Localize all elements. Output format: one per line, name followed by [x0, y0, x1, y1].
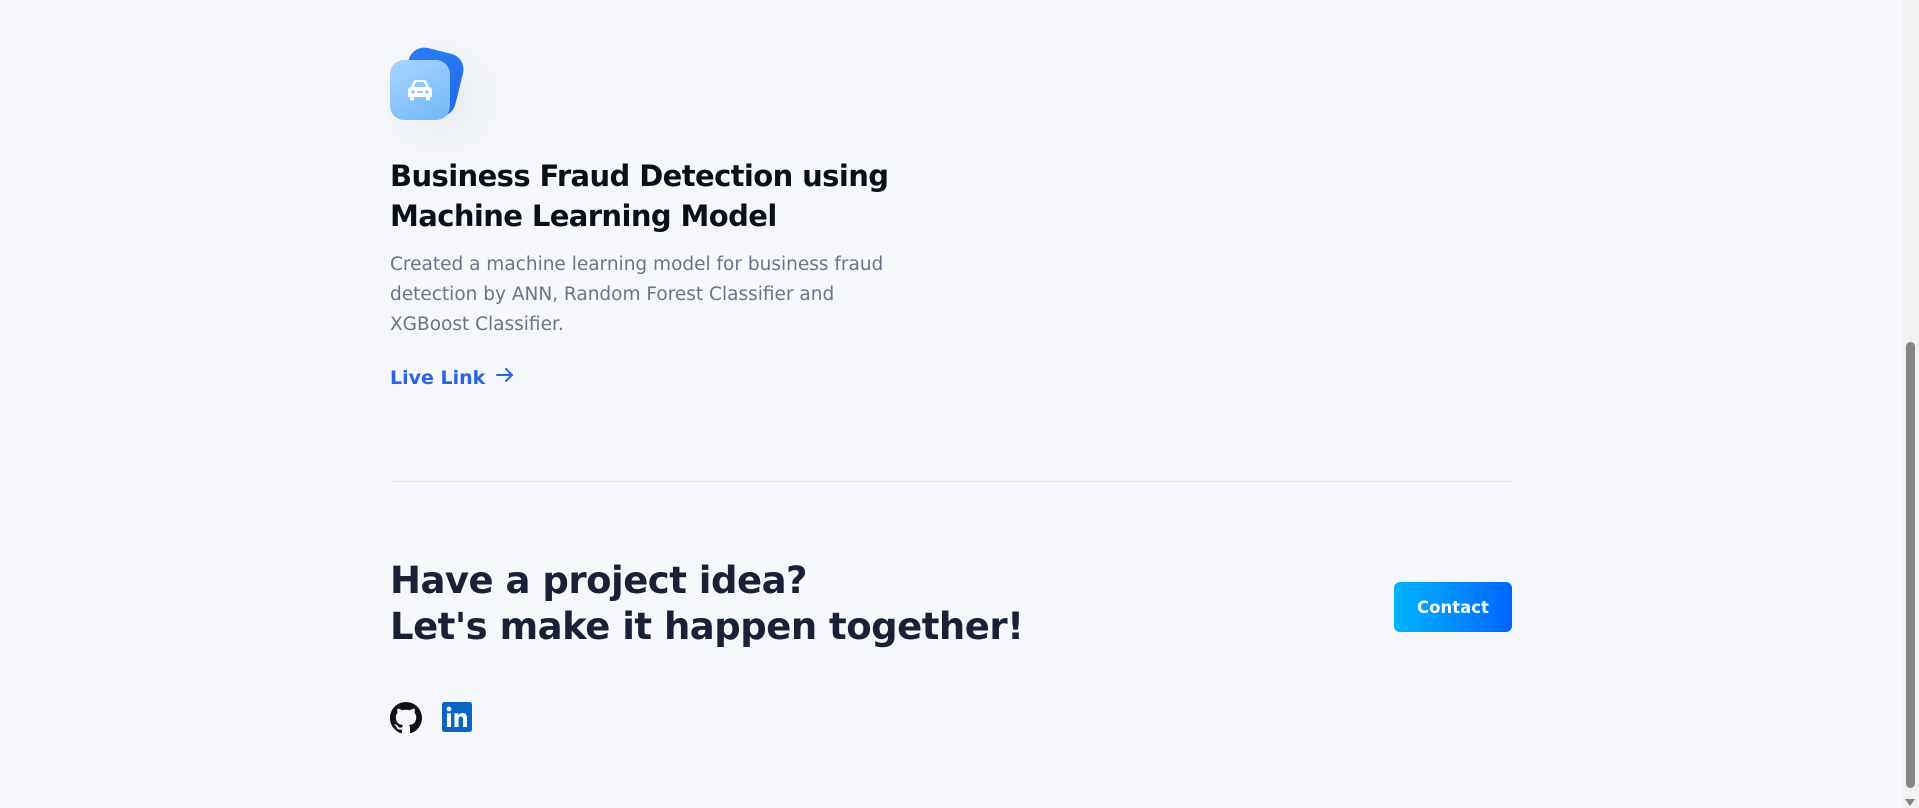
- live-link[interactable]: Live Link: [390, 366, 515, 389]
- github-link[interactable]: [390, 702, 422, 734]
- cta-line-1: Have a project idea?: [390, 559, 808, 602]
- github-icon: [390, 702, 422, 734]
- car-icon: [390, 60, 450, 120]
- live-link-label: Live Link: [390, 366, 486, 389]
- scrollbar-thumb[interactable]: [1906, 342, 1915, 788]
- project-icon-badge: [370, 28, 510, 168]
- project-title: Business Fraud Detection using Machine L…: [390, 159, 889, 233]
- project-card: Business Fraud Detection using Machine L…: [370, 28, 910, 389]
- page: Business Fraud Detection using Machine L…: [0, 0, 1919, 808]
- cta-heading: Have a project idea? Let's make it happe…: [390, 558, 1024, 650]
- linkedin-link[interactable]: [442, 702, 474, 734]
- cta-line-2: Let's make it happen together!: [390, 605, 1024, 648]
- project-description: Created a machine learning model for bus…: [390, 254, 884, 335]
- contact-button[interactable]: Contact: [1394, 582, 1512, 632]
- social-links: [390, 702, 474, 734]
- vertical-scrollbar[interactable]: [1902, 0, 1919, 808]
- section-divider: [390, 481, 1512, 482]
- scroll-down-arrow-icon[interactable]: [1905, 799, 1915, 806]
- linkedin-icon: [442, 702, 472, 732]
- arrow-right-icon: [495, 366, 515, 389]
